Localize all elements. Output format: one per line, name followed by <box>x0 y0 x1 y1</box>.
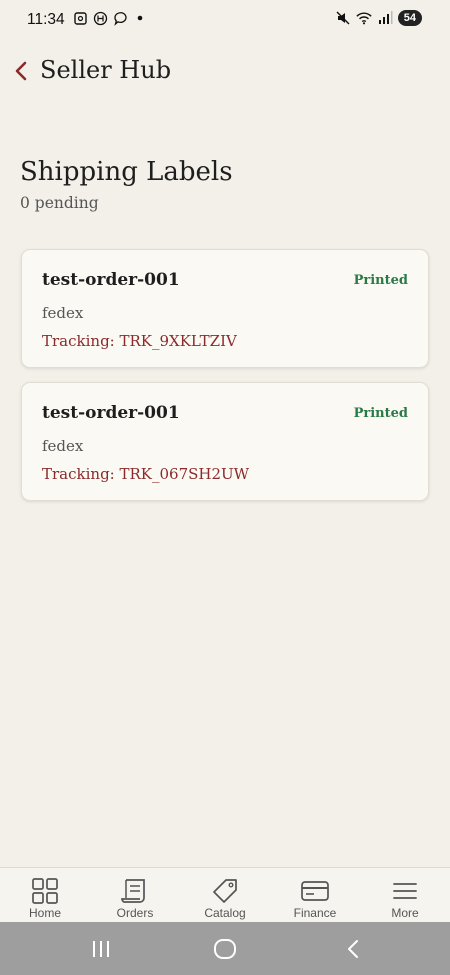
carrier-name: fedex <box>42 304 84 322</box>
pending-count: 0 pending <box>20 194 99 212</box>
home-button[interactable] <box>212 936 238 962</box>
notification-icons <box>72 10 148 26</box>
grid-icon <box>30 877 60 905</box>
label-card[interactable]: test-order-001 Printed fedex Tracking: T… <box>21 382 429 501</box>
tracking-number: Tracking: TRK_9XKLTZIV <box>42 332 237 350</box>
status-time: 11:34 <box>27 11 65 28</box>
order-id: test-order-001 <box>42 270 180 290</box>
chat-icon <box>112 10 128 26</box>
label-card[interactable]: test-order-001 Printed fedex Tracking: T… <box>21 249 429 368</box>
nav-orders[interactable]: Orders <box>90 868 180 923</box>
carrier-name: fedex <box>42 437 84 455</box>
menu-icon <box>390 877 420 905</box>
nav-more[interactable]: More <box>360 868 450 923</box>
system-nav-bar <box>0 922 450 975</box>
status-badge: Printed <box>353 406 408 421</box>
recent-apps-button[interactable] <box>88 936 114 962</box>
chevron-left-icon <box>15 61 27 81</box>
tag-icon <box>210 877 240 905</box>
system-back-button[interactable] <box>340 936 366 962</box>
wifi-icon <box>356 10 372 26</box>
page-title: Shipping Labels <box>20 157 233 187</box>
nav-finance[interactable]: Finance <box>270 868 360 923</box>
back-arrow-icon <box>348 940 358 958</box>
nav-label: Catalog <box>204 906 246 920</box>
app-header: Seller Hub <box>0 52 450 92</box>
tracking-number: Tracking: TRK_067SH2UW <box>42 465 250 483</box>
status-badge: Printed <box>353 273 408 288</box>
nav-label: Finance <box>293 906 337 920</box>
card-icon <box>300 877 330 905</box>
bottom-nav: Home Orders Catalog Finance More <box>0 867 450 923</box>
mute-icon <box>335 10 351 26</box>
recents-icon <box>93 941 109 957</box>
nav-catalog[interactable]: Catalog <box>180 868 270 923</box>
nav-label: Home <box>28 906 61 920</box>
receipt-icon <box>120 877 150 905</box>
battery-indicator: 54 <box>397 10 422 26</box>
nav-label: More <box>391 906 419 920</box>
back-button[interactable] <box>10 58 32 84</box>
home-circle-icon <box>214 939 236 959</box>
order-id: test-order-001 <box>42 403 180 423</box>
nav-home[interactable]: Home <box>0 868 90 923</box>
dot-icon <box>132 10 148 26</box>
header-title: Seller Hub <box>40 56 172 84</box>
nav-label: Orders <box>116 906 154 920</box>
h-badge-icon <box>92 10 108 26</box>
signal-icon <box>377 10 393 26</box>
status-bar: 11:34 54 <box>0 0 450 40</box>
system-status-icons: 54 <box>335 10 422 26</box>
screenshot-icon <box>72 10 88 26</box>
